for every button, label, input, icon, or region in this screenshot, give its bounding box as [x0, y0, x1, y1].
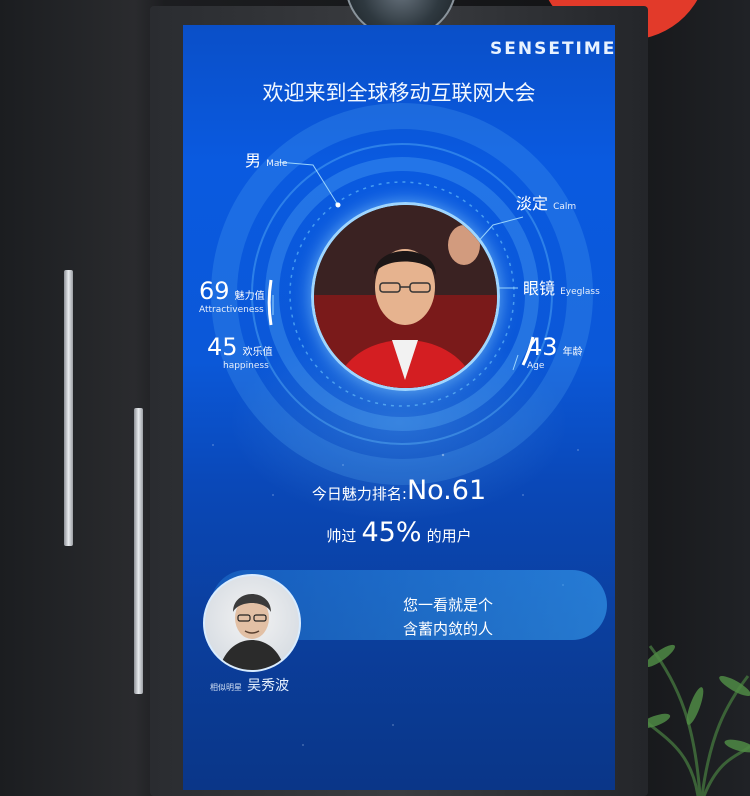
attractiveness-value: 69: [199, 277, 230, 305]
ranking-value: No.61: [406, 475, 487, 506]
chrome-pole: [134, 408, 143, 694]
kiosk-screen: SENSETIME 欢迎来到全球移动互联网大会 男 Male 淡定 Calm 眼…: [183, 25, 615, 790]
quote-line-1: 您一看就是个: [402, 596, 493, 614]
beat-percentage: 帅过 45% 的用户: [183, 517, 615, 548]
age-label: 年龄: [562, 347, 583, 358]
chrome-pole: [64, 270, 73, 546]
happiness-label-en: happiness: [223, 361, 269, 371]
gender-label-en: Male: [266, 159, 288, 169]
eyewear-label: 眼镜: [523, 279, 556, 298]
age-value: 43: [527, 333, 558, 361]
age-attribute: 43 年龄 Age: [527, 333, 583, 371]
beat-suffix: 的用户: [426, 527, 472, 545]
potted-plant: [640, 644, 750, 796]
happiness-label: 欢乐值: [242, 347, 273, 358]
ranking-label: 今日魅力排名:: [311, 485, 407, 503]
person-silhouette: [314, 205, 497, 388]
celebrity-portrait: [219, 594, 285, 670]
face-photo: [311, 202, 500, 391]
happiness-value: 45: [207, 333, 238, 361]
gender-attribute: 男 Male: [245, 147, 287, 171]
mood-label: 淡定: [516, 194, 549, 213]
mood-attribute: 淡定 Calm: [516, 190, 576, 214]
attractiveness-label: 魅力值: [234, 291, 265, 302]
gender-label: 男: [245, 151, 262, 170]
personality-quote: 您一看就是个 含蓄内敛的人: [333, 593, 563, 641]
celebrity-tag: 相似明星: [210, 683, 242, 692]
beat-prefix: 帅过: [326, 527, 357, 545]
attractiveness-label-en: Attractiveness: [199, 305, 264, 315]
quote-line-2: 含蓄内敛的人: [402, 620, 493, 638]
happiness-attribute: 45 欢乐值 happiness: [207, 333, 273, 371]
mood-label-en: Calm: [553, 202, 577, 212]
eyewear-attribute: 眼镜 Eyeglass: [523, 275, 600, 299]
celebrity-caption: 相似明星 吴秀波: [210, 675, 289, 695]
eyewear-label-en: Eyeglass: [560, 287, 600, 297]
beat-value: 45%: [361, 517, 422, 548]
attractiveness-attribute: 69 魅力值 Attractiveness: [199, 277, 265, 315]
charm-ranking: 今日魅力排名:No.61: [183, 475, 615, 506]
age-label-en: Age: [527, 361, 545, 371]
celebrity-name: 吴秀波: [247, 678, 290, 694]
celebrity-photo: [203, 574, 301, 672]
